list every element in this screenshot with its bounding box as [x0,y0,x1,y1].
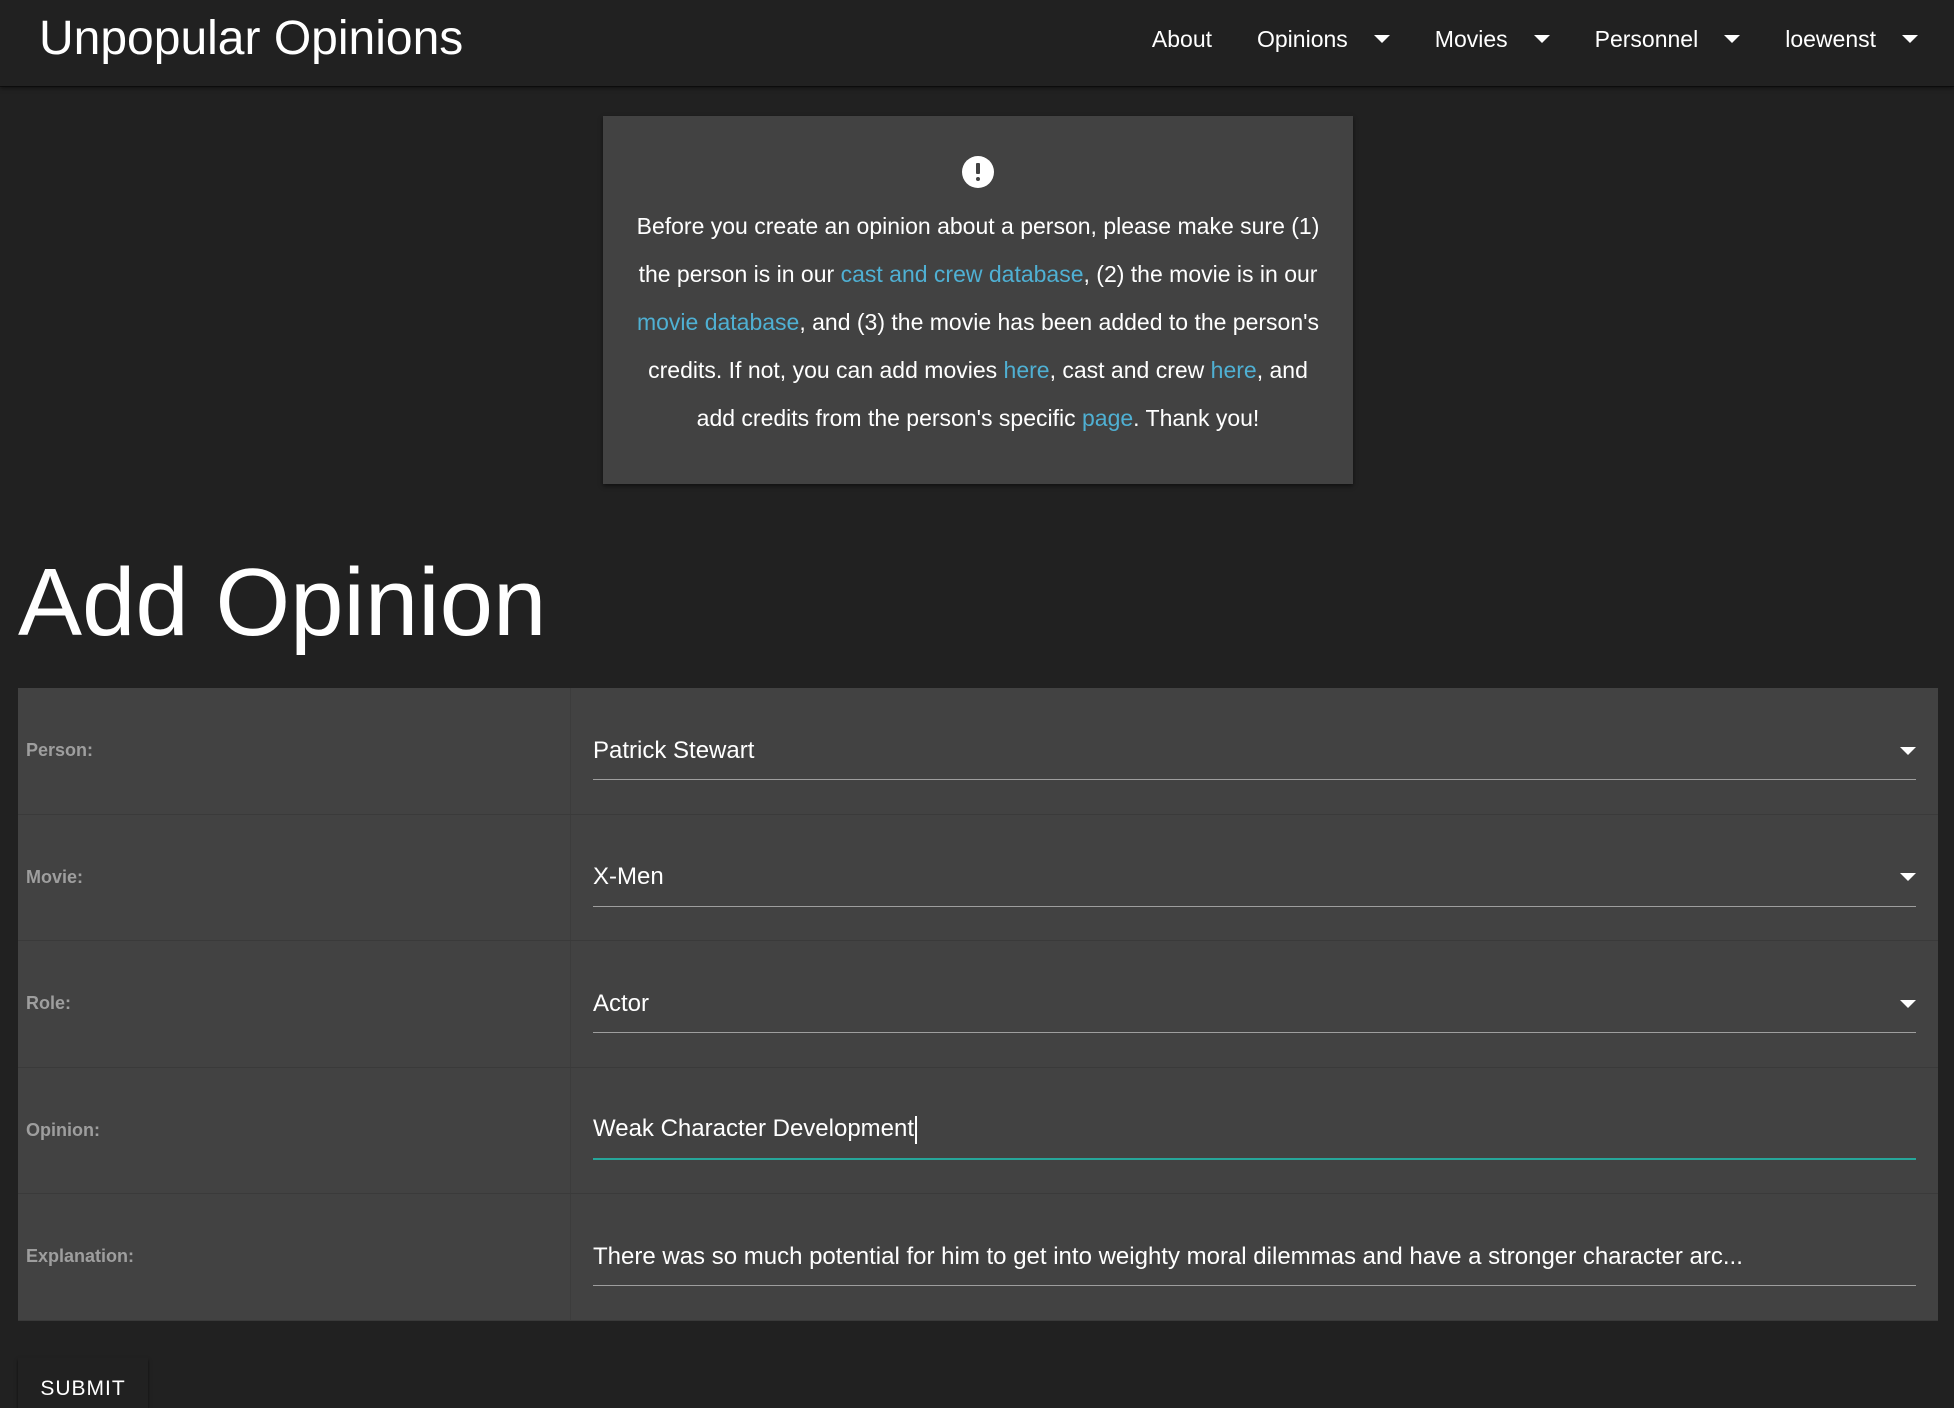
person-field: Patrick Stewart [571,688,1938,814]
person-label: Person: [18,688,571,814]
nav-opinions-label: Opinions [1257,25,1348,52]
person-page-link[interactable]: page [1082,405,1133,431]
nav-user-dropdown[interactable]: loewenst [1785,26,1918,53]
cast-crew-database-link[interactable]: cast and crew database [841,261,1084,287]
form-row-opinion: Opinion: Weak Character Development [18,1067,1938,1194]
page-title: Add Opinion [18,549,547,656]
exclamation-circle-icon [962,156,994,188]
nav-opinions-dropdown[interactable]: Opinions [1257,26,1390,53]
brand-link[interactable]: Unpopular Opinions [39,8,463,70]
movie-select[interactable]: X-Men [593,849,1916,907]
caret-down-icon [1900,873,1916,881]
caret-down-icon [1533,35,1550,43]
nav-about-link[interactable]: About [1152,26,1212,53]
caret-down-icon [1724,35,1741,43]
explanation-label: Explanation: [18,1194,571,1320]
opinion-field: Weak Character Development [571,1068,1938,1194]
form-row-role: Role: Actor [18,941,1938,1068]
notice-card: Before you create an opinion about a per… [603,116,1353,484]
explanation-textarea-value: There was so much potential for him to g… [593,1242,1743,1270]
notice-text-part: , (2) the movie is in our [1083,261,1318,287]
role-select-value: Actor [593,989,650,1017]
nav-personnel-label: Personnel [1594,25,1699,52]
text-cursor [915,1115,918,1144]
movie-database-link[interactable]: movie database [637,309,799,335]
explanation-field: There was so much potential for him to g… [571,1194,1938,1320]
role-select[interactable]: Actor [593,975,1916,1033]
role-label: Role: [18,941,571,1067]
opinion-input[interactable]: Weak Character Development [593,1102,1916,1160]
add-cast-crew-link[interactable]: here [1211,357,1257,383]
form-row-movie: Movie: X-Men [18,814,1938,941]
notice-text: Before you create an opinion about a per… [633,202,1323,442]
navbar: Unpopular Opinions About Opinions Movies… [0,0,1954,86]
movie-select-value: X-Men [593,863,664,890]
nav-links: About Opinions Movies Personnel loewenst [1152,0,1918,78]
notice-text-part: . Thank you! [1133,405,1260,431]
role-field: Actor [571,941,1938,1067]
nav-movies-label: Movies [1434,25,1508,52]
explanation-textarea[interactable]: There was so much potential for him to g… [593,1228,1916,1286]
opinion-input-text: Weak Character Development [593,1115,915,1143]
form-row-person: Person: Patrick Stewart [18,688,1938,815]
caret-down-icon [1900,746,1916,755]
nav-movies-dropdown[interactable]: Movies [1435,26,1550,53]
caret-down-icon [1373,35,1390,43]
opinion-label: Opinion: [18,1067,571,1193]
movie-field: X-Men [571,815,1938,941]
add-movies-link[interactable]: here [1004,357,1050,383]
submit-button[interactable]: SUBMIT [18,1358,148,1408]
caret-down-icon [1900,999,1916,1008]
opinion-input-value: Weak Character Development [593,1115,1916,1144]
movie-label: Movie: [18,814,571,940]
form-row-explanation: Explanation: There was so much potential… [18,1194,1938,1321]
notice-text-part: , cast and crew [1049,357,1211,383]
person-select-value: Patrick Stewart [593,736,755,764]
nav-user-label: loewenst [1785,25,1876,52]
nav-personnel-dropdown[interactable]: Personnel [1595,26,1741,53]
person-select[interactable]: Patrick Stewart [593,722,1916,780]
caret-down-icon [1902,35,1918,43]
opinion-form: Person: Patrick Stewart Movie: X-Men Rol… [18,688,1938,1321]
